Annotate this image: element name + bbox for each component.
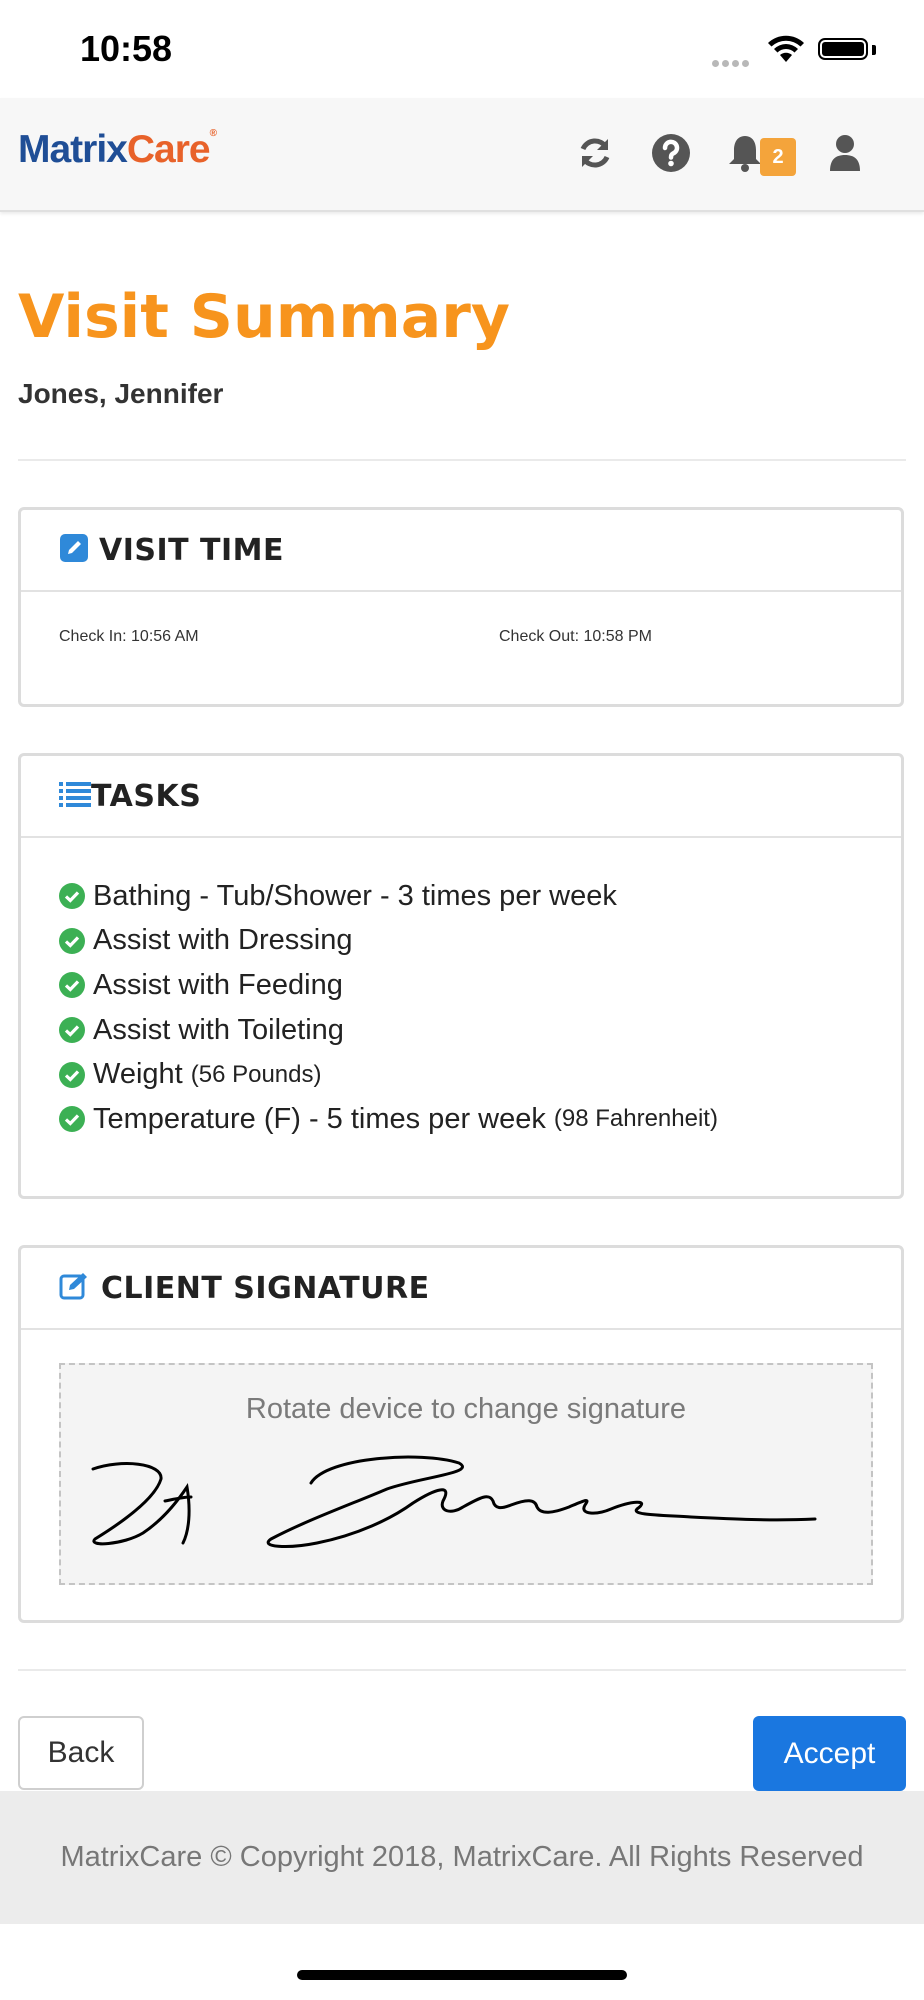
signature-hint: Rotate device to change signature	[245, 1393, 687, 1425]
logo-registered-mark: ®	[209, 128, 217, 139]
client-signature-panel: CLIENT SIGNATURE Rotate device to change…	[18, 1245, 904, 1623]
notification-badge[interactable]: 2	[760, 138, 796, 176]
task-item: Assist with Dressing	[59, 919, 901, 964]
battery-icon	[818, 38, 868, 60]
wifi-icon	[766, 34, 806, 69]
page-title: Visit Summary	[18, 282, 510, 352]
signal-icon	[712, 54, 752, 72]
footer: MatrixCare © Copyright 2018, MatrixCare.…	[0, 1791, 924, 1924]
client-signature-title: CLIENT SIGNATURE	[101, 1270, 430, 1306]
task-item: Assist with Toileting	[59, 1008, 901, 1053]
edit-icon	[59, 533, 89, 568]
check-circle-icon	[59, 1017, 85, 1044]
check-circle-icon	[59, 1061, 85, 1088]
tasks-panel: TASKS Bathing - Tub/Shower - 3 times per…	[18, 753, 904, 1199]
task-label: Bathing - Tub/Shower - 3 times per week	[93, 879, 617, 912]
copyright-text: MatrixCare © Copyright 2018, MatrixCare.…	[60, 1841, 864, 1873]
check-out-time: Check Out: 10:58 PM	[499, 628, 652, 645]
visit-time-title: VISIT TIME	[99, 532, 285, 568]
check-circle-icon	[59, 927, 85, 954]
visit-time-header: VISIT TIME	[21, 510, 901, 592]
task-item: Bathing - Tub/Shower - 3 times per week	[59, 874, 901, 919]
check-in-time: Check In: 10:56 AM	[59, 628, 199, 645]
task-item: Weight (56 Pounds)	[59, 1052, 901, 1097]
accept-button[interactable]: Accept	[753, 1716, 906, 1791]
divider	[18, 1669, 906, 1671]
visit-time-panel: VISIT TIME Check In: 10:56 AM Check Out:…	[18, 507, 904, 707]
task-item: Temperature (F) - 5 times per week (98 F…	[59, 1097, 901, 1142]
task-label: Assist with Feeding	[93, 968, 343, 1001]
top-navbar: MatrixCare® 2	[0, 98, 924, 212]
logo-part-care: Care	[126, 128, 211, 171]
help-icon[interactable]	[648, 130, 694, 176]
check-circle-icon	[59, 972, 85, 999]
task-label: Assist with Toileting	[93, 1013, 344, 1046]
logo-part-matrix: Matrix	[18, 128, 128, 171]
client-signature-header: CLIENT SIGNATURE	[21, 1248, 901, 1330]
status-time: 10:58	[80, 28, 173, 69]
check-circle-icon	[59, 883, 85, 910]
task-item: Assist with Feeding	[59, 963, 901, 1008]
home-indicator[interactable]	[297, 1970, 627, 1980]
signature-drawing	[91, 1455, 817, 1548]
signature-edit-icon	[59, 1271, 91, 1306]
task-list: Bathing - Tub/Shower - 3 times per week …	[21, 838, 901, 1142]
signature-pad[interactable]: Rotate device to change signature	[59, 1363, 873, 1585]
task-detail: (98 Fahrenheit)	[553, 1105, 718, 1133]
tasks-header: TASKS	[21, 756, 901, 838]
back-button[interactable]: Back	[18, 1716, 144, 1790]
task-detail: (56 Pounds)	[190, 1060, 322, 1088]
task-label: Assist with Dressing	[93, 924, 353, 957]
divider	[18, 459, 906, 461]
task-label: Temperature (F) - 5 times per week	[93, 1102, 546, 1135]
user-icon[interactable]	[822, 130, 868, 176]
matrixcare-logo[interactable]: MatrixCare®	[18, 128, 217, 172]
tasks-title: TASKS	[91, 778, 202, 814]
visit-time-body: Check In: 10:56 AM Check Out: 10:58 PM	[21, 592, 901, 702]
status-bar: 10:58	[0, 0, 924, 98]
refresh-icon[interactable]	[572, 130, 618, 176]
check-circle-icon	[59, 1106, 85, 1133]
task-label: Weight	[93, 1058, 183, 1091]
battery-tip	[872, 45, 876, 55]
client-name: Jones, Jennifer	[18, 378, 224, 409]
task-list-icon	[59, 780, 91, 813]
